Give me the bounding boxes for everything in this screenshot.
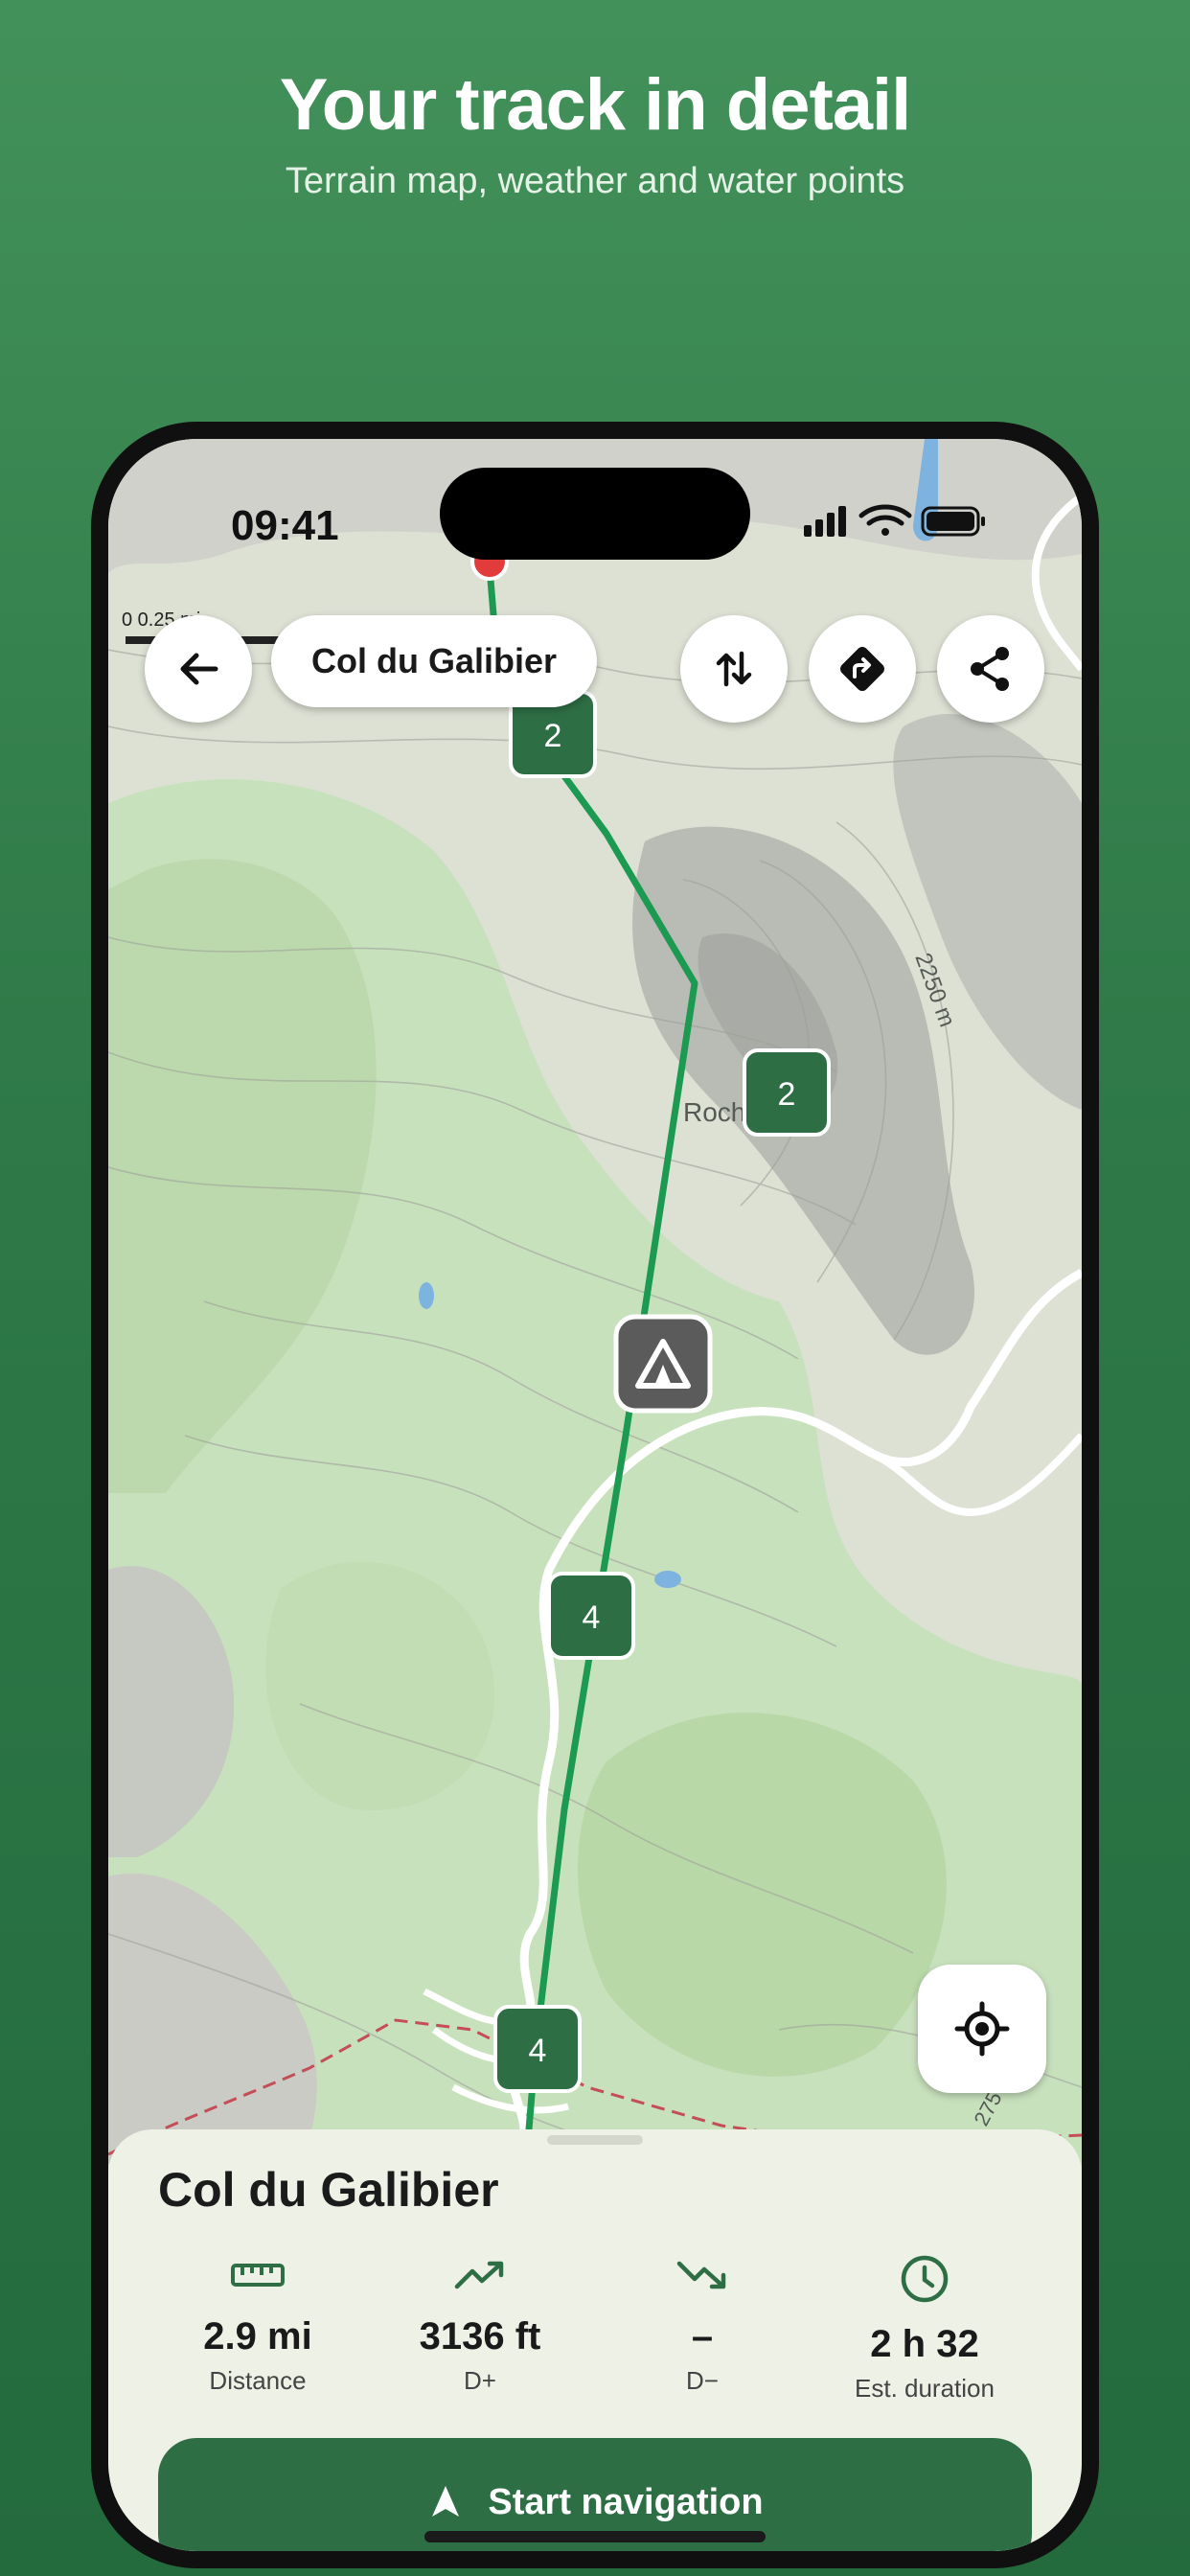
stat-label: Distance (209, 2366, 307, 2395)
track-summary-sheet[interactable]: Col du Galibier 2.9 mi Distance 3136 ft … (108, 2129, 1082, 2551)
stat-value: – (691, 2315, 714, 2358)
share-button[interactable] (937, 615, 1044, 723)
share-icon (971, 647, 1009, 691)
stat-label: D− (686, 2366, 719, 2395)
status-icons (804, 504, 985, 537)
waypoint-label: 2 (778, 1076, 796, 1113)
stat-duration: 2 h 32 Est. duration (813, 2254, 1036, 2404)
waypoint-marker[interactable]: 4 (547, 1572, 635, 1660)
battery-icon (921, 506, 985, 537)
ruler-icon (231, 2264, 285, 2287)
waypoint-marker[interactable]: 4 (493, 2005, 582, 2093)
arrow-left-icon (180, 653, 218, 685)
stat-descent: – D− (591, 2254, 813, 2396)
stat-ascent: 3136 ft D+ (369, 2254, 591, 2396)
clock-icon (901, 2255, 949, 2303)
waypoint-label: 4 (529, 2033, 547, 2069)
stat-value: 2.9 mi (203, 2315, 312, 2358)
waypoint-label: 2 (544, 718, 562, 754)
directions-icon (840, 647, 884, 691)
dynamic-island (440, 468, 750, 560)
directions-button[interactable] (809, 615, 916, 723)
stat-distance: 2.9 mi Distance (147, 2254, 369, 2396)
reverse-track-button[interactable] (680, 615, 788, 723)
hero-title: Your track in detail (279, 64, 912, 146)
track-title-pill[interactable]: Col du Galibier (271, 615, 598, 707)
terrain-map[interactable]: Roch ra 2250 m 275 2 2 4 4 (108, 439, 1082, 2164)
stat-label: D+ (464, 2366, 496, 2395)
start-navigation-label: Start navigation (488, 2482, 764, 2522)
swap-vertical-icon (716, 651, 752, 687)
back-button[interactable] (145, 615, 252, 723)
ascent-icon (454, 2261, 504, 2289)
status-time: 09:41 (231, 502, 339, 549)
descent-icon (676, 2261, 726, 2289)
home-indicator (424, 2531, 766, 2542)
navigation-arrow-icon (432, 2486, 460, 2517)
hero-subtitle: Terrain map, weather and water points (285, 161, 905, 201)
sheet-title: Col du Galibier (158, 2163, 499, 2217)
stat-label: Est. duration (855, 2374, 995, 2403)
phone-screen: Roch ra 2250 m 275 2 2 4 4 0 0.25 mi 09:… (108, 439, 1082, 2551)
locate-me-button[interactable] (918, 1965, 1046, 2093)
stat-value: 3136 ft (419, 2315, 541, 2358)
wifi-icon (858, 504, 912, 536)
stat-value: 2 h 32 (870, 2323, 979, 2365)
waypoint-marker[interactable]: 2 (743, 1048, 831, 1137)
locate-icon (954, 2001, 1010, 2057)
campsite-icon[interactable] (613, 1314, 713, 1414)
waypoint-label: 4 (583, 1599, 601, 1636)
sheet-grabber[interactable] (547, 2135, 643, 2145)
phone-frame: Roch ra 2250 m 275 2 2 4 4 0 0.25 mi 09:… (91, 422, 1099, 2568)
signal-icon (804, 506, 846, 537)
